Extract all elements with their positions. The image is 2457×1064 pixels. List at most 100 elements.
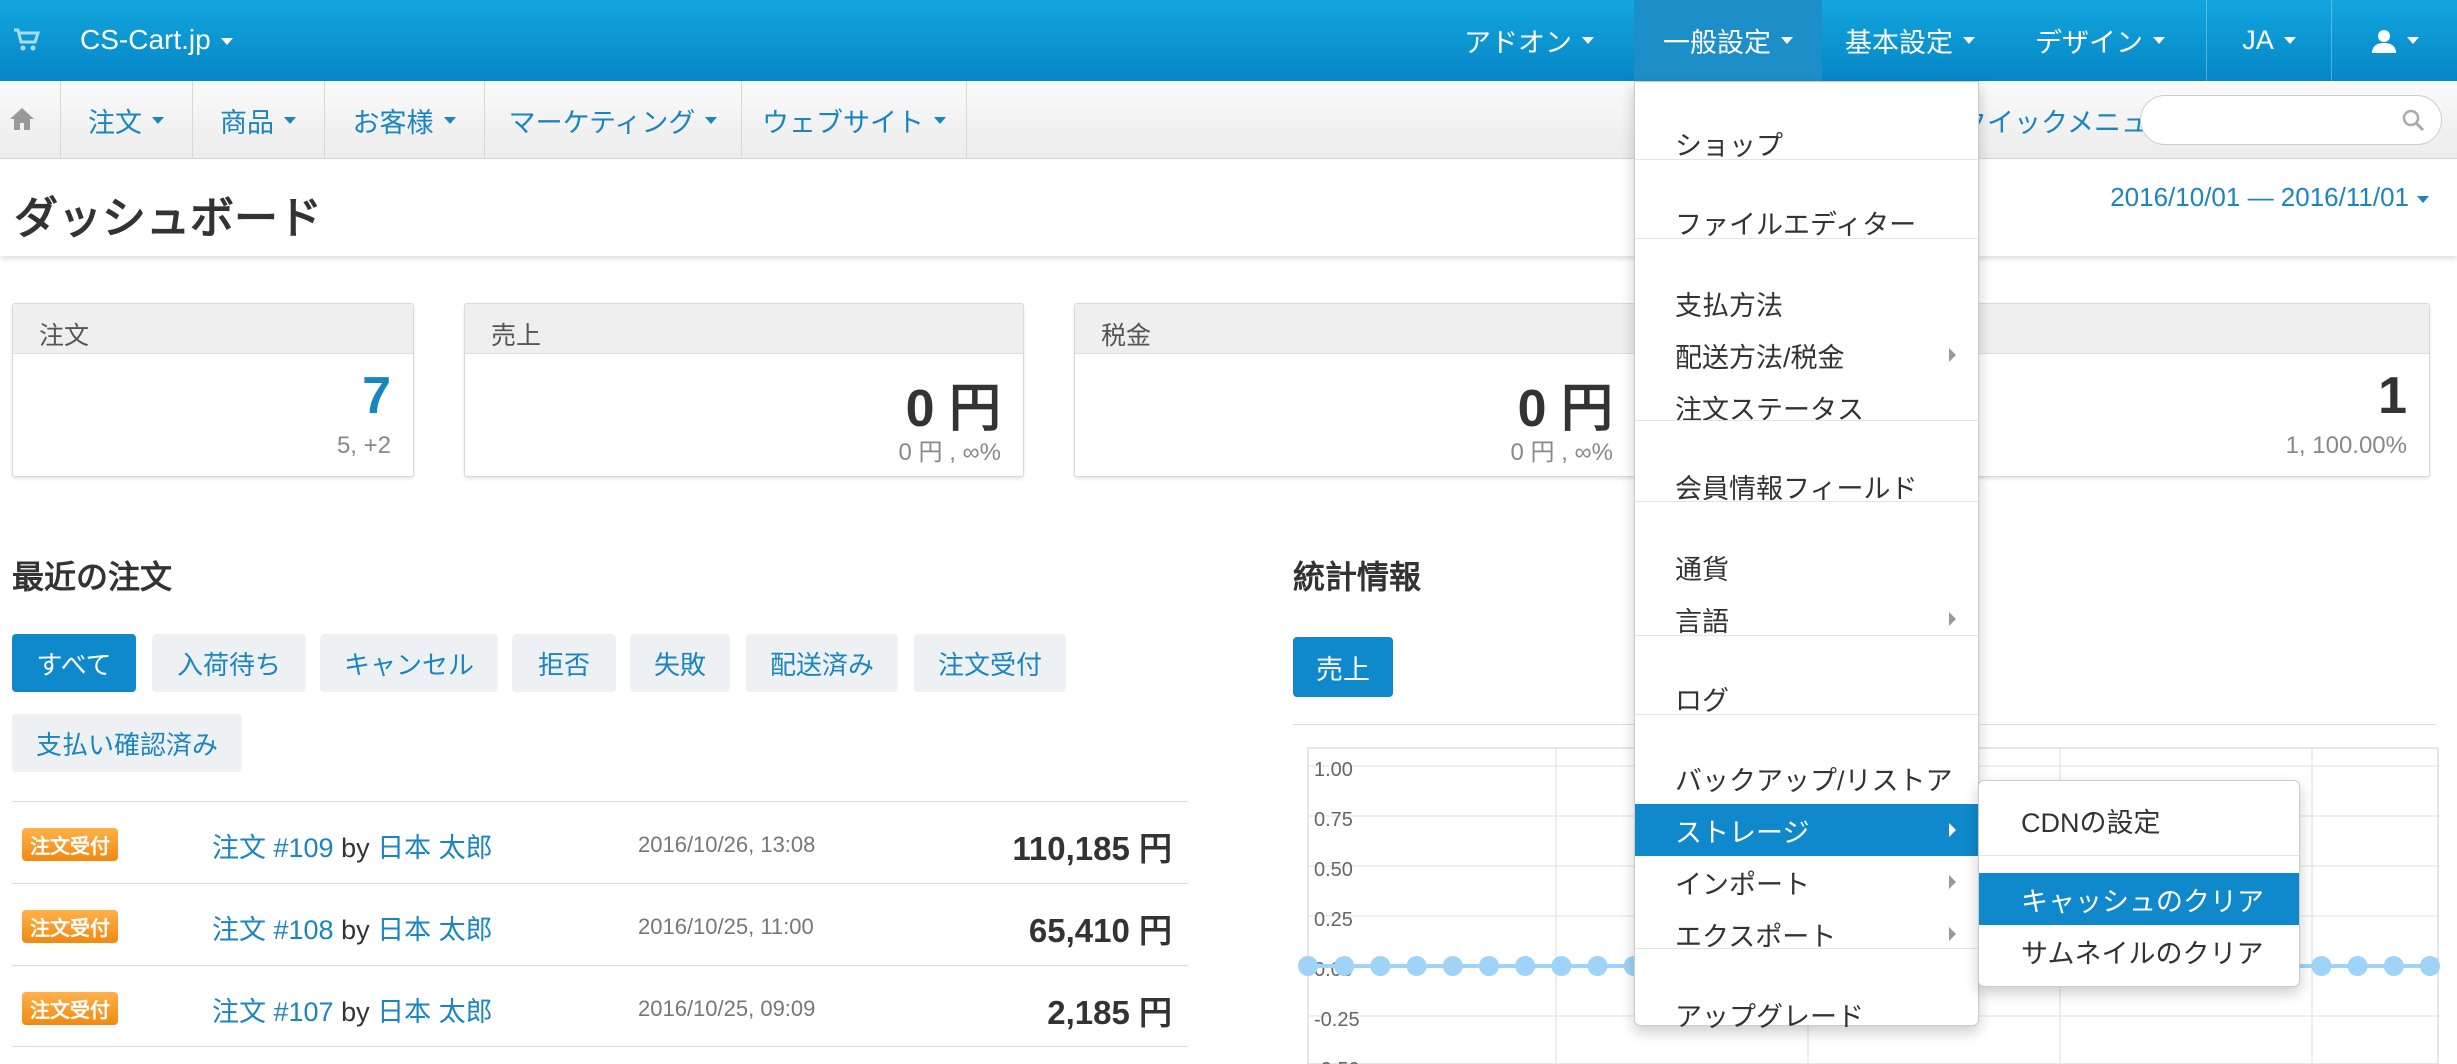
chevron-down-icon [2283,37,2296,44]
filter-open[interactable]: 注文受付 [914,634,1066,692]
date-range-label: 2016/10/01 — 2016/11/01 [2110,182,2409,212]
nav-user[interactable] [2332,0,2457,81]
order-number[interactable]: 注文 #107 [212,997,334,1027]
y-tick-label: -0.50 [1314,1059,1360,1064]
filter-declined[interactable]: 拒否 [512,634,616,692]
nav-orders[interactable]: 注文 [61,81,191,159]
card-value: 1 [2378,367,2407,425]
y-tick-label: 0.75 [1314,809,1353,831]
order-link[interactable]: 注文 #107 by 日本 太郎 [212,990,493,1029]
table-row[interactable]: 注文受付 注文 #107 by 日本 太郎 2016/10/25, 09:09 … [12,965,1188,1047]
nav-label: 注文 [88,107,142,138]
stat-card-sales: 売上 0 円 0 円 , ∞% [464,303,1024,477]
submenu-item[interactable]: サムネイルのクリア [1979,925,2299,977]
menu-item[interactable]: バックアップ/リストア [1635,752,1978,804]
menu-item-label: ファイルエディター [1675,209,1917,240]
filter-failed[interactable]: 失敗 [630,634,730,692]
chevron-down-icon [2153,37,2165,44]
filter-shipped[interactable]: 配送済み [746,634,898,692]
card-subvalue: 0 円 , ∞% [1510,439,1613,466]
customer-link[interactable]: 日本 太郎 [377,915,493,945]
nav-label: 一般設定 [1663,28,1771,58]
customer-link[interactable]: 日本 太郎 [377,833,493,863]
menu-item-label: 通貨 [1675,554,1729,585]
filter-all[interactable]: すべて [12,634,136,692]
menu-item[interactable]: 言語 [1635,593,1978,645]
nav-website[interactable]: ウェブサイト [742,81,966,159]
menu-item-label: インポート [1675,869,1810,900]
chevron-down-icon [2406,37,2419,44]
menu-item[interactable]: 会員情報フィールド [1635,460,1978,512]
menu-item[interactable]: ログ [1635,672,1978,724]
table-row[interactable]: 注文受付 注文 #108 by 日本 太郎 2016/10/25, 11:00 … [12,883,1188,965]
card-value[interactable]: 7 [362,366,391,426]
data-point [2311,956,2332,976]
nav-marketing[interactable]: マーケティング [485,81,741,159]
stat-card-fourth: 1 1, 100.00% [1960,303,2430,477]
nav-general-settings[interactable]: 一般設定 [1634,0,1822,81]
submenu-item[interactable]: キャッシュのクリア [1979,873,2299,925]
search-icon[interactable] [2401,108,2425,132]
menu-item[interactable]: ストレージ [1635,804,1978,856]
menu-item[interactable]: インポート [1635,856,1978,908]
menu-item[interactable]: ファイルエディター [1635,196,1978,248]
menu-item-label: ストレージ [1675,817,1810,848]
chevron-down-icon [934,116,946,124]
submenu-item[interactable]: CDNの設定 [1979,794,2299,846]
nav-basic-settings[interactable]: 基本設定 [1822,0,1998,81]
menu-item[interactable]: 注文ステータス [1635,381,1978,433]
customer-link[interactable]: 日本 太郎 [377,997,493,1027]
search-input[interactable] [2140,95,2442,145]
menu-item[interactable]: エクスポート [1635,908,1978,960]
filter-cancelled[interactable]: キャンセル [320,634,498,692]
menu-item-label: ログ [1675,685,1729,716]
order-number[interactable]: 注文 #109 [212,833,334,863]
date-range-picker[interactable]: 2016/10/01 — 2016/11/01 [2110,182,2429,213]
nav-label: マーケティング [508,107,696,138]
data-point [1370,956,1391,976]
order-link[interactable]: 注文 #108 by 日本 太郎 [212,908,493,947]
menu-divider [1635,420,1978,421]
store-switcher[interactable]: CS-Cart.jp [80,24,233,56]
y-tick-label: -0.25 [1314,1009,1360,1031]
page-title: ダッシュボード [14,194,322,243]
nav-label: お客様 [352,107,434,138]
tab-sales[interactable]: 売上 [1293,637,1393,697]
menu-item[interactable]: 配送方法/税金 [1635,329,1978,381]
table-row[interactable]: 注文受付 注文 #109 by 日本 太郎 2016/10/26, 13:08 … [12,801,1188,883]
nav-addons[interactable]: アドオン [1454,0,1604,81]
chevron-down-icon [1963,37,1975,44]
order-link[interactable]: 注文 #109 by 日本 太郎 [212,826,493,865]
menu-divider [1635,238,1978,239]
menu-divider [1635,635,1978,636]
order-number[interactable]: 注文 #108 [212,915,334,945]
menu-item-label: 支払方法 [1675,290,1783,321]
chevron-down-icon [2417,195,2429,203]
menu-item[interactable]: アップグレード [1635,988,1978,1040]
nav-label: デザイン [2035,28,2143,58]
filter-paid[interactable]: 支払い確認済み [12,714,242,772]
nav-customers[interactable]: お客様 [325,81,483,159]
data-point [2420,956,2440,976]
home-icon[interactable] [8,106,36,132]
status-badge: 注文受付 [22,910,118,943]
chevron-down-icon [1781,37,1793,44]
order-date: 2016/10/26, 13:08 [638,832,816,857]
menu-item[interactable]: 通貨 [1635,541,1978,593]
chevron-down-icon [220,38,233,46]
filter-backordered[interactable]: 入荷待ち [152,634,306,692]
menu-item[interactable]: 支払方法 [1635,277,1978,329]
nav-design[interactable]: デザイン [2012,0,2188,81]
chevron-down-icon [1582,37,1594,44]
cart-icon[interactable] [12,24,42,54]
nav-label: ウェブサイト [762,107,924,138]
data-point [1442,956,1463,976]
nav-language[interactable]: JA [2207,0,2331,81]
nav-products[interactable]: 商品 [193,81,323,159]
data-point [1298,956,1318,976]
menu-item-label: ショップ [1675,130,1783,161]
menu-item[interactable]: ショップ [1635,117,1978,169]
stat-card-tax: 税金 0 円 0 円 , ∞% [1074,303,1636,477]
top-bar: CS-Cart.jp アドオン 一般設定 基本設定 デザイン JA [0,0,2457,81]
card-subvalue: 0 円 , ∞% [898,439,1001,466]
